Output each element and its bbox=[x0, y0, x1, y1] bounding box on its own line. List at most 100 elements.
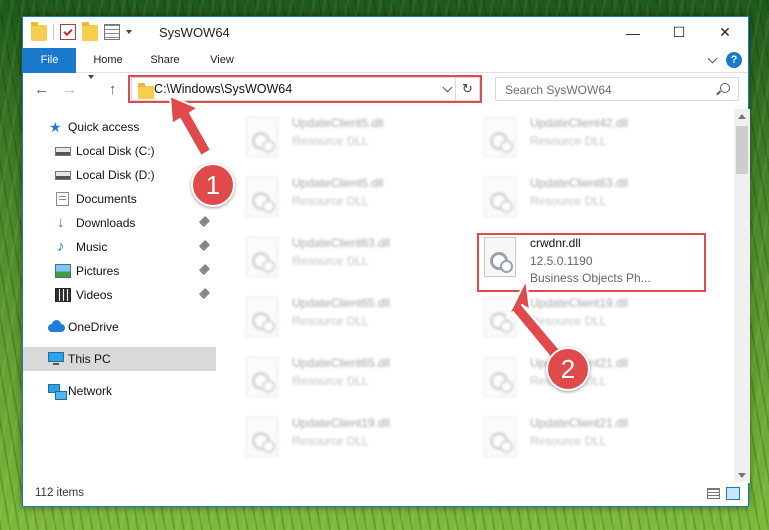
network-icon bbox=[48, 384, 67, 400]
forward-button[interactable]: → bbox=[62, 82, 77, 98]
file-item[interactable]: UpdateClient65.dll Resource DLL bbox=[240, 349, 472, 405]
title-bar: SysWOW64 — ☐ ✕ bbox=[23, 17, 748, 48]
scrollbar-thumb[interactable] bbox=[736, 126, 748, 174]
file-item[interactable]: UpdateClient19.dll Resource DLL bbox=[240, 409, 472, 465]
music-icon: ♪ bbox=[57, 238, 65, 255]
file-version: 12.5.0.1190 bbox=[530, 254, 593, 268]
file-list: UpdateClient5.dll Resource DLL UpdateCli… bbox=[216, 109, 734, 483]
file-item[interactable]: UpdateClient42.dll Resource DLL bbox=[478, 109, 710, 165]
sidebar-item-label: Downloads bbox=[76, 216, 136, 230]
sidebar-item-local-disk-c[interactable]: Local Disk (C:) bbox=[23, 139, 216, 163]
minimize-button[interactable]: — bbox=[610, 17, 656, 48]
chevron-down-icon bbox=[88, 75, 94, 96]
up-button[interactable]: ↑ bbox=[109, 82, 117, 98]
sidebar-item-onedrive[interactable]: OneDrive bbox=[23, 315, 216, 339]
dll-file-icon bbox=[246, 417, 278, 457]
sidebar-item-label: Quick access bbox=[68, 120, 140, 134]
window-title: SysWOW64 bbox=[159, 25, 230, 40]
tab-view[interactable]: View bbox=[200, 48, 244, 73]
tab-home[interactable]: Home bbox=[86, 48, 130, 73]
dll-file-icon bbox=[484, 177, 516, 217]
file-name: UpdateClient65.dll bbox=[292, 356, 391, 370]
sidebar-item-quick-access[interactable]: ★ Quick access bbox=[23, 115, 216, 139]
quick-access-toolbar bbox=[31, 22, 132, 41]
step-1-badge: 1 bbox=[191, 163, 235, 207]
local-disk-icon bbox=[55, 171, 71, 180]
expand-ribbon-chevron-icon[interactable] bbox=[707, 53, 718, 63]
scroll-up-arrow-icon[interactable] bbox=[738, 114, 746, 119]
sidebar-item-label: Network bbox=[68, 384, 113, 398]
sidebar-item-documents[interactable]: Documents bbox=[23, 187, 216, 211]
address-history-chevron-icon[interactable] bbox=[442, 82, 453, 93]
ribbon-right-controls: ? bbox=[707, 52, 742, 68]
address-path[interactable]: C:\Windows\SysWOW64 bbox=[154, 82, 292, 96]
address-bar[interactable]: C:\Windows\SysWOW64 ↻ bbox=[131, 77, 480, 101]
dll-file-icon bbox=[246, 177, 278, 217]
tab-file[interactable]: File bbox=[23, 48, 76, 73]
sidebar-item-downloads[interactable]: ↓ Downloads bbox=[23, 211, 216, 235]
back-button[interactable]: ← bbox=[34, 82, 49, 98]
file-item[interactable]: UpdateClient5.dll Resource DLL bbox=[240, 109, 472, 165]
properties-icon[interactable] bbox=[60, 24, 76, 40]
sidebar-item-label: Music bbox=[76, 240, 108, 254]
sidebar-item-local-disk-d[interactable]: Local Disk (D:) bbox=[23, 163, 216, 187]
file-type: Resource DLL bbox=[530, 194, 607, 208]
file-type: Resource DLL bbox=[292, 134, 369, 148]
view-options-icon[interactable] bbox=[104, 24, 120, 40]
star-icon: ★ bbox=[49, 119, 62, 135]
scroll-down-arrow-icon[interactable] bbox=[738, 473, 746, 478]
search-input[interactable]: Search SysWOW64 bbox=[495, 77, 739, 101]
file-item[interactable]: UpdateClient5.dll Resource DLL bbox=[240, 169, 472, 225]
sidebar-item-network[interactable]: Network bbox=[23, 379, 216, 403]
help-icon[interactable]: ? bbox=[726, 52, 742, 68]
refresh-button[interactable]: ↻ bbox=[455, 78, 479, 100]
dll-file-icon bbox=[484, 117, 516, 157]
file-item[interactable]: UpdateClient65.dll Resource DLL bbox=[240, 289, 472, 345]
sidebar-item-videos[interactable]: Videos bbox=[23, 283, 216, 307]
file-type: Resource DLL bbox=[292, 374, 369, 388]
sidebar-item-label: This PC bbox=[68, 352, 111, 366]
sidebar-item-label: Local Disk (D:) bbox=[76, 168, 155, 182]
file-name: UpdateClient5.dll bbox=[292, 116, 384, 130]
vertical-scrollbar[interactable] bbox=[734, 109, 750, 483]
file-item[interactable]: UpdateClient63.dll Resource DLL bbox=[240, 229, 472, 285]
maximize-button[interactable]: ☐ bbox=[656, 17, 702, 48]
folder-icon bbox=[138, 83, 154, 99]
sidebar-item-label: Local Disk (C:) bbox=[76, 144, 155, 158]
pictures-icon bbox=[55, 264, 71, 278]
file-name: UpdateClient42.dll bbox=[530, 116, 629, 130]
details-view-icon[interactable] bbox=[707, 488, 720, 499]
navigation-bar: ← → ↑ C:\Windows\SysWOW64 ↻ Search SysWO… bbox=[23, 73, 748, 107]
window-controls: — ☐ ✕ bbox=[610, 17, 748, 48]
search-placeholder: Search SysWOW64 bbox=[505, 83, 612, 97]
customize-toolbar-chevron-icon[interactable] bbox=[126, 30, 132, 34]
dll-file-icon bbox=[246, 237, 278, 277]
file-item[interactable]: UpdateClient63.dll Resource DLL bbox=[478, 169, 710, 225]
pin-icon bbox=[198, 143, 211, 156]
close-button[interactable]: ✕ bbox=[702, 17, 748, 48]
pin-icon bbox=[198, 287, 211, 300]
file-item[interactable]: UpdateClient21.dll Resource DLL bbox=[478, 349, 710, 405]
divider bbox=[53, 24, 54, 40]
file-item[interactable]: UpdateClient19.dll Resource DLL bbox=[478, 289, 710, 345]
sidebar-item-this-pc[interactable]: This PC bbox=[23, 347, 216, 371]
item-count: 112 items bbox=[35, 487, 85, 499]
file-item[interactable]: UpdateClient21.dll Resource DLL bbox=[478, 409, 710, 465]
sidebar-item-label: OneDrive bbox=[68, 320, 119, 334]
tab-share[interactable]: Share bbox=[143, 48, 187, 73]
sidebar-item-music[interactable]: ♪ Music bbox=[23, 235, 216, 259]
folder-icon bbox=[31, 22, 47, 41]
new-folder-icon[interactable] bbox=[82, 22, 98, 41]
pin-icon bbox=[198, 239, 211, 252]
sidebar-item-pictures[interactable]: Pictures bbox=[23, 259, 216, 283]
large-icons-view-icon[interactable] bbox=[726, 487, 740, 500]
recent-locations-button[interactable] bbox=[88, 75, 94, 96]
documents-icon bbox=[56, 192, 69, 206]
file-type: Resource DLL bbox=[292, 314, 369, 328]
file-explorer-window: SysWOW64 — ☐ ✕ File Home Share View ? ← … bbox=[22, 16, 750, 507]
dll-file-icon bbox=[484, 237, 516, 277]
file-item-crwdnr[interactable]: crwdnr.dll 12.5.0.1190 Business Objects … bbox=[478, 229, 710, 285]
this-pc-icon bbox=[48, 352, 64, 365]
status-bar: 112 items bbox=[23, 482, 748, 506]
file-name: UpdateClient19.dll bbox=[292, 416, 391, 430]
